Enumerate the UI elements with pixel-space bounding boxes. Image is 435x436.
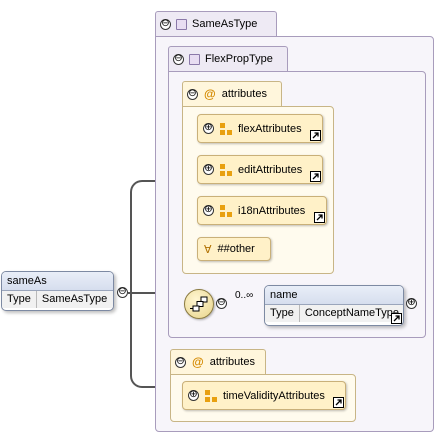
attribute-item-label: editAttributes <box>238 163 303 176</box>
attribute-group-label: attributes <box>209 356 255 368</box>
collapse-toggle-icon[interactable]: ⊖ <box>160 18 171 30</box>
attribute-group-ref-icon <box>220 122 232 135</box>
expand-toggle-icon[interactable]: ⊕ <box>203 164 214 175</box>
expand-toggle-icon[interactable]: ⊕ <box>188 390 199 401</box>
attribute-item-label: timeValidityAttributes <box>223 389 325 402</box>
element-name[interactable]: name Type ConceptNameType <box>264 285 404 326</box>
element-sameas-label: sameAs <box>2 272 113 291</box>
attribute-group-ref-icon <box>205 389 217 402</box>
reference-arrow-icon <box>391 313 402 324</box>
attribute-group-ref-icon <box>220 204 232 217</box>
type-value: SameAsType <box>41 293 108 305</box>
reference-arrow-icon <box>333 397 344 408</box>
collapse-toggle-icon[interactable]: ⊖ <box>175 356 186 368</box>
attribute-item-label: i18nAttributes <box>238 204 306 217</box>
any-attribute-other[interactable]: ∀ ##other <box>197 237 271 261</box>
attribute-item-editattributes[interactable]: ⊕ editAttributes <box>197 155 323 184</box>
reference-arrow-icon <box>310 171 321 182</box>
attribute-item-label: flexAttributes <box>238 122 302 135</box>
complex-type-icon <box>176 18 187 30</box>
element-sameas[interactable]: sameAs Type SameAsType <box>1 271 114 311</box>
attribute-group-tab[interactable]: ⊖ @ attributes <box>182 81 282 106</box>
type-label: Type <box>265 305 300 322</box>
sequence-occurrence-label: 0..∞ <box>235 290 254 301</box>
type-tab-flexproptype[interactable]: ⊖ FlexPropType <box>168 46 288 71</box>
attribute-item-flexattributes[interactable]: ⊕ flexAttributes <box>197 114 323 143</box>
reference-arrow-icon <box>310 130 321 141</box>
type-label: Type <box>2 291 37 308</box>
expand-toggle-icon[interactable]: ⊕ <box>203 123 214 134</box>
attribute-group-ref-icon <box>220 163 232 176</box>
sequence-collapse-icon[interactable]: ⊖ <box>216 298 227 309</box>
attribute-group-tab[interactable]: ⊖ @ attributes <box>170 349 266 374</box>
type-tab-sameastype[interactable]: ⊖ SameAsType <box>155 11 277 36</box>
attribute-group-label: attributes <box>221 88 267 100</box>
attribute-item-i18nattributes[interactable]: ⊕ i18nAttributes <box>197 196 327 225</box>
reference-arrow-icon <box>314 212 325 223</box>
element-collapse-icon[interactable]: ⊖ <box>117 287 128 298</box>
collapse-toggle-icon[interactable]: ⊖ <box>173 53 184 65</box>
any-attribute-label: ##other <box>217 243 255 255</box>
type-name-flexproptype: FlexPropType <box>205 53 273 65</box>
type-name-sameastype: SameAsType <box>192 18 258 30</box>
collapse-toggle-icon[interactable]: ⊖ <box>187 88 198 100</box>
for-all-icon: ∀ <box>204 243 212 256</box>
element-expand-icon[interactable]: ⊕ <box>406 298 417 309</box>
attribute-at-icon: @ <box>192 355 204 369</box>
sequence-compositor-icon[interactable] <box>184 289 214 319</box>
attribute-at-icon: @ <box>204 87 216 101</box>
type-value: ConceptNameType <box>304 307 400 319</box>
element-name-label: name <box>265 286 403 305</box>
complex-type-icon <box>189 53 200 65</box>
attribute-item-timevalidityattributes[interactable]: ⊕ timeValidityAttributes <box>182 381 346 410</box>
expand-toggle-icon[interactable]: ⊕ <box>203 205 214 216</box>
